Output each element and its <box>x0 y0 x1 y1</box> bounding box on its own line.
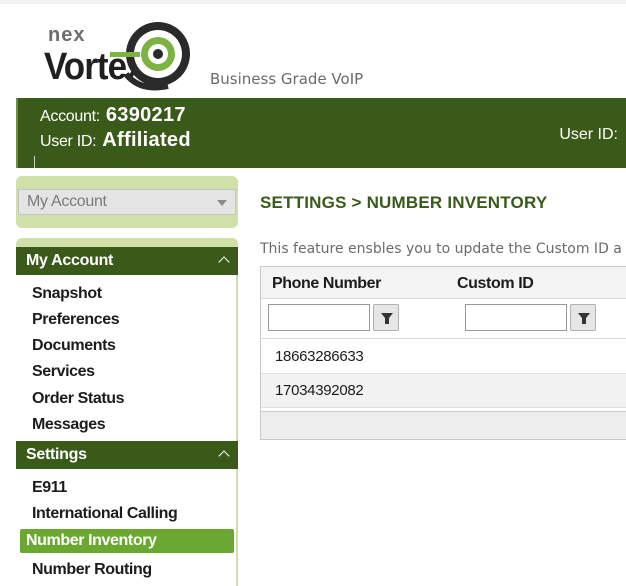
account-number: 6390217 <box>105 104 186 126</box>
filter-icon-stem <box>385 318 389 324</box>
userid-row: User ID: Affiliated <box>40 129 191 152</box>
phone-number-filter-input[interactable] <box>268 304 370 331</box>
column-header-custom-id[interactable]: Custom ID <box>457 275 534 293</box>
account-select[interactable]: My Account <box>18 189 236 215</box>
sidebar-item-e911[interactable]: E911 <box>32 479 67 497</box>
grid-footer <box>261 411 626 439</box>
sidebar-border <box>236 275 238 441</box>
custom-id-filter-button[interactable] <box>570 304 596 331</box>
sidebar-item-number-inventory[interactable]: Number Inventory <box>20 529 234 553</box>
logo-nex-text: nex <box>48 24 86 46</box>
sidebar-item-messages[interactable]: Messages <box>32 416 106 434</box>
top-border <box>0 0 626 4</box>
page-title: SETTINGS > NUMBER INVENTORY <box>260 193 548 212</box>
section-header-settings[interactable]: Settings <box>16 441 238 469</box>
number-inventory-grid: Phone Number Custom ID 18663286633 17034… <box>260 266 626 440</box>
nexvortex-logo[interactable]: nex Vortex <box>44 14 194 94</box>
userid-label: User ID: <box>40 133 97 150</box>
chevron-down-icon <box>217 200 227 206</box>
sidebar-item-number-routing[interactable]: Number Routing <box>32 561 152 579</box>
sidebar-item-order-status[interactable]: Order Status <box>32 390 125 408</box>
phone-number-cell: 18663286633 <box>275 348 364 365</box>
filter-row <box>261 299 626 339</box>
sidebar-item-international-calling[interactable]: International Calling <box>32 505 178 523</box>
phone-number-filter-button[interactable] <box>373 304 399 331</box>
sidebar-item-snapshot[interactable]: Snapshot <box>32 285 102 303</box>
account-header: Account: 6390217 User ID: Affiliated User … <box>16 98 626 168</box>
phone-number-cell: 17034392082 <box>275 382 364 399</box>
account-row: Account: 6390217 <box>40 104 186 127</box>
sidebar-item-services[interactable]: Services <box>32 363 95 381</box>
userid-value: Affiliated <box>102 129 191 151</box>
section-header-my-account[interactable]: My Account <box>16 247 238 275</box>
chevron-up-icon[interactable] <box>218 450 230 462</box>
table-row[interactable]: 18663286633 <box>261 340 626 374</box>
tagline: Business Grade VoIP <box>210 70 364 88</box>
section-title: My Account <box>26 252 114 269</box>
chevron-up-icon[interactable] <box>218 256 230 268</box>
header-userid-label: User ID: <box>559 126 618 143</box>
custom-id-filter-input[interactable] <box>465 304 567 331</box>
sidebar-dropdown-panel: My Account <box>16 176 238 228</box>
sidebar-item-documents[interactable]: Documents <box>32 337 116 355</box>
sidebar-item-preferences[interactable]: Preferences <box>32 311 120 329</box>
account-select-value: My Account <box>27 193 107 210</box>
table-row[interactable]: 17034392082 <box>261 374 626 408</box>
filter-icon-stem <box>582 318 586 324</box>
account-label: Account: <box>40 108 100 125</box>
column-header-phone-number[interactable]: Phone Number <box>272 275 381 293</box>
text-cursor <box>34 156 35 168</box>
swirl-logo-icon <box>110 22 190 91</box>
sidebar-border <box>236 469 238 586</box>
section-title: Settings <box>26 446 87 463</box>
grid-header: Phone Number Custom ID <box>261 267 626 299</box>
page-description: This feature ensbles you to update the C… <box>260 241 622 257</box>
